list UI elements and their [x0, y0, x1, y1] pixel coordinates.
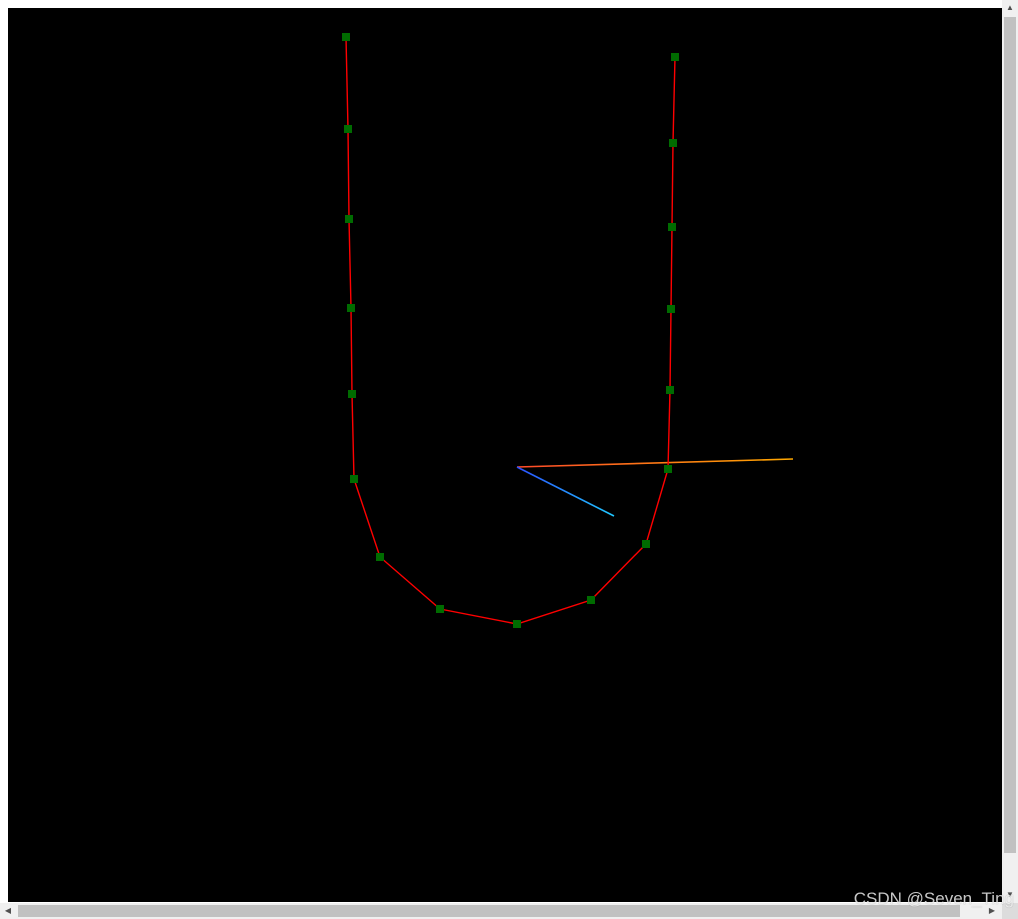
scene-canvas[interactable] [8, 8, 1002, 902]
control-point-3[interactable] [345, 215, 353, 223]
control-point-6[interactable] [350, 475, 358, 483]
u-shaped-curve [345, 36, 676, 625]
control-point-2[interactable] [344, 125, 352, 133]
horizontal-scroll-thumb[interactable] [18, 905, 960, 917]
control-point-11[interactable] [642, 540, 650, 548]
watermark-text: CSDN @Seven_Ting [853, 889, 1014, 908]
render-viewport[interactable] [8, 8, 1002, 902]
control-point-14[interactable] [667, 305, 675, 313]
control-points [342, 33, 679, 628]
control-point-1[interactable] [342, 33, 350, 41]
control-point-10[interactable] [587, 596, 595, 604]
scroll-up-arrow-icon[interactable]: ▲ [1002, 0, 1018, 16]
vertical-scrollbar[interactable]: ▲ ▼ [1002, 0, 1018, 903]
control-point-16[interactable] [669, 139, 677, 147]
control-point-5[interactable] [348, 390, 356, 398]
control-point-4[interactable] [347, 304, 355, 312]
control-point-9[interactable] [513, 620, 521, 628]
control-point-13[interactable] [666, 386, 674, 394]
control-point-8[interactable] [436, 605, 444, 613]
control-point-15[interactable] [668, 223, 676, 231]
control-point-7[interactable] [376, 553, 384, 561]
control-point-17[interactable] [671, 53, 679, 61]
scroll-left-arrow-icon[interactable]: ◀ [0, 903, 16, 919]
z-axis-line [516, 466, 615, 517]
control-point-12[interactable] [664, 465, 672, 473]
vertical-scroll-thumb[interactable] [1004, 17, 1016, 853]
horizontal-scrollbar[interactable]: ◀ ▶ [0, 903, 1002, 919]
x-axis-line [516, 458, 794, 468]
